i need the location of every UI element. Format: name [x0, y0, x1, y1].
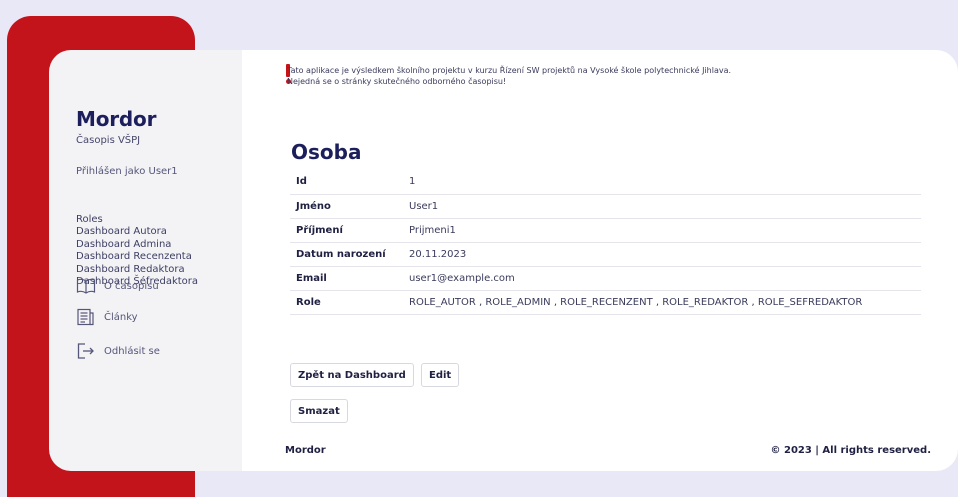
articles-label: Články: [104, 311, 138, 323]
footer-brand: Mordor: [285, 445, 326, 456]
disclaimer-line-1: Tato aplikace je výsledkem školního proj…: [287, 66, 732, 75]
row-label-last-name: Příjmení: [290, 218, 409, 243]
table-row: Datum narození 20.11.2023: [290, 242, 921, 267]
row-label-role: Role: [290, 290, 409, 315]
footer-copyright: © 2023 | All rights reserved.: [770, 445, 932, 456]
delete-button[interactable]: Smazat: [290, 399, 348, 423]
row-value-last-name: Prijmeni1: [409, 218, 921, 243]
table-row: Role ROLE_AUTOR , ROLE_ADMIN , ROLE_RECE…: [290, 290, 921, 315]
logout-icon: [77, 343, 94, 359]
table-row: Email user1@example.com: [290, 266, 921, 291]
row-label-first-name: Jméno: [290, 194, 409, 219]
edit-button[interactable]: Edit: [421, 363, 460, 387]
logged-in-label: Přihlášen jako User1: [76, 166, 178, 177]
sidebar-item-about[interactable]: O časopisu: [76, 278, 159, 294]
row-value-id: 1: [409, 170, 921, 195]
newspaper-icon: [77, 308, 94, 326]
brand-subtitle: Časopis VŠPJ: [76, 135, 141, 146]
disclaimer-line-2: Nejedná se o stránky skutečného odbornéh…: [287, 77, 507, 86]
book-open-icon: [76, 278, 96, 294]
person-details-table: Id 1 Jméno User1 Příjmení Prijmeni1 Datu…: [290, 170, 921, 315]
sidebar-item-roles[interactable]: Roles: [76, 214, 236, 226]
row-value-first-name: User1: [409, 194, 921, 219]
row-label-birth-date: Datum narození: [290, 242, 409, 267]
sidebar-item-logout[interactable]: Odhlásit se: [76, 342, 160, 360]
sidebar-item-dashboard-redaktora[interactable]: Dashboard Redaktora: [76, 264, 236, 276]
logout-label: Odhlásit se: [104, 345, 160, 357]
page-title: Osoba: [291, 140, 362, 164]
back-to-dashboard-button[interactable]: Zpět na Dashboard: [290, 363, 414, 387]
sidebar-item-dashboard-recenzenta[interactable]: Dashboard Recenzenta: [76, 251, 236, 263]
row-label-email: Email: [290, 266, 409, 291]
table-row: Jméno User1: [290, 194, 921, 219]
brand-title[interactable]: Mordor: [76, 107, 156, 131]
sidebar-item-dashboard-admina[interactable]: Dashboard Admina: [76, 239, 236, 251]
sidebar-item-articles[interactable]: Články: [76, 308, 138, 326]
table-row: Id 1: [290, 170, 921, 195]
about-label: O časopisu: [104, 280, 159, 292]
sidebar-item-dashboard-autora[interactable]: Dashboard Autora: [76, 226, 236, 238]
disclaimer-notice: Tato aplikace je výsledkem školního proj…: [287, 65, 731, 87]
row-value-email: user1@example.com: [409, 266, 921, 291]
row-label-id: Id: [290, 170, 409, 195]
row-value-role: ROLE_AUTOR , ROLE_ADMIN , ROLE_RECENZENT…: [409, 290, 921, 315]
table-row: Příjmení Prijmeni1: [290, 218, 921, 243]
sidebar: Mordor Časopis VŠPJ Přihlášen jako User1…: [49, 50, 242, 471]
row-value-birth-date: 20.11.2023: [409, 242, 921, 267]
